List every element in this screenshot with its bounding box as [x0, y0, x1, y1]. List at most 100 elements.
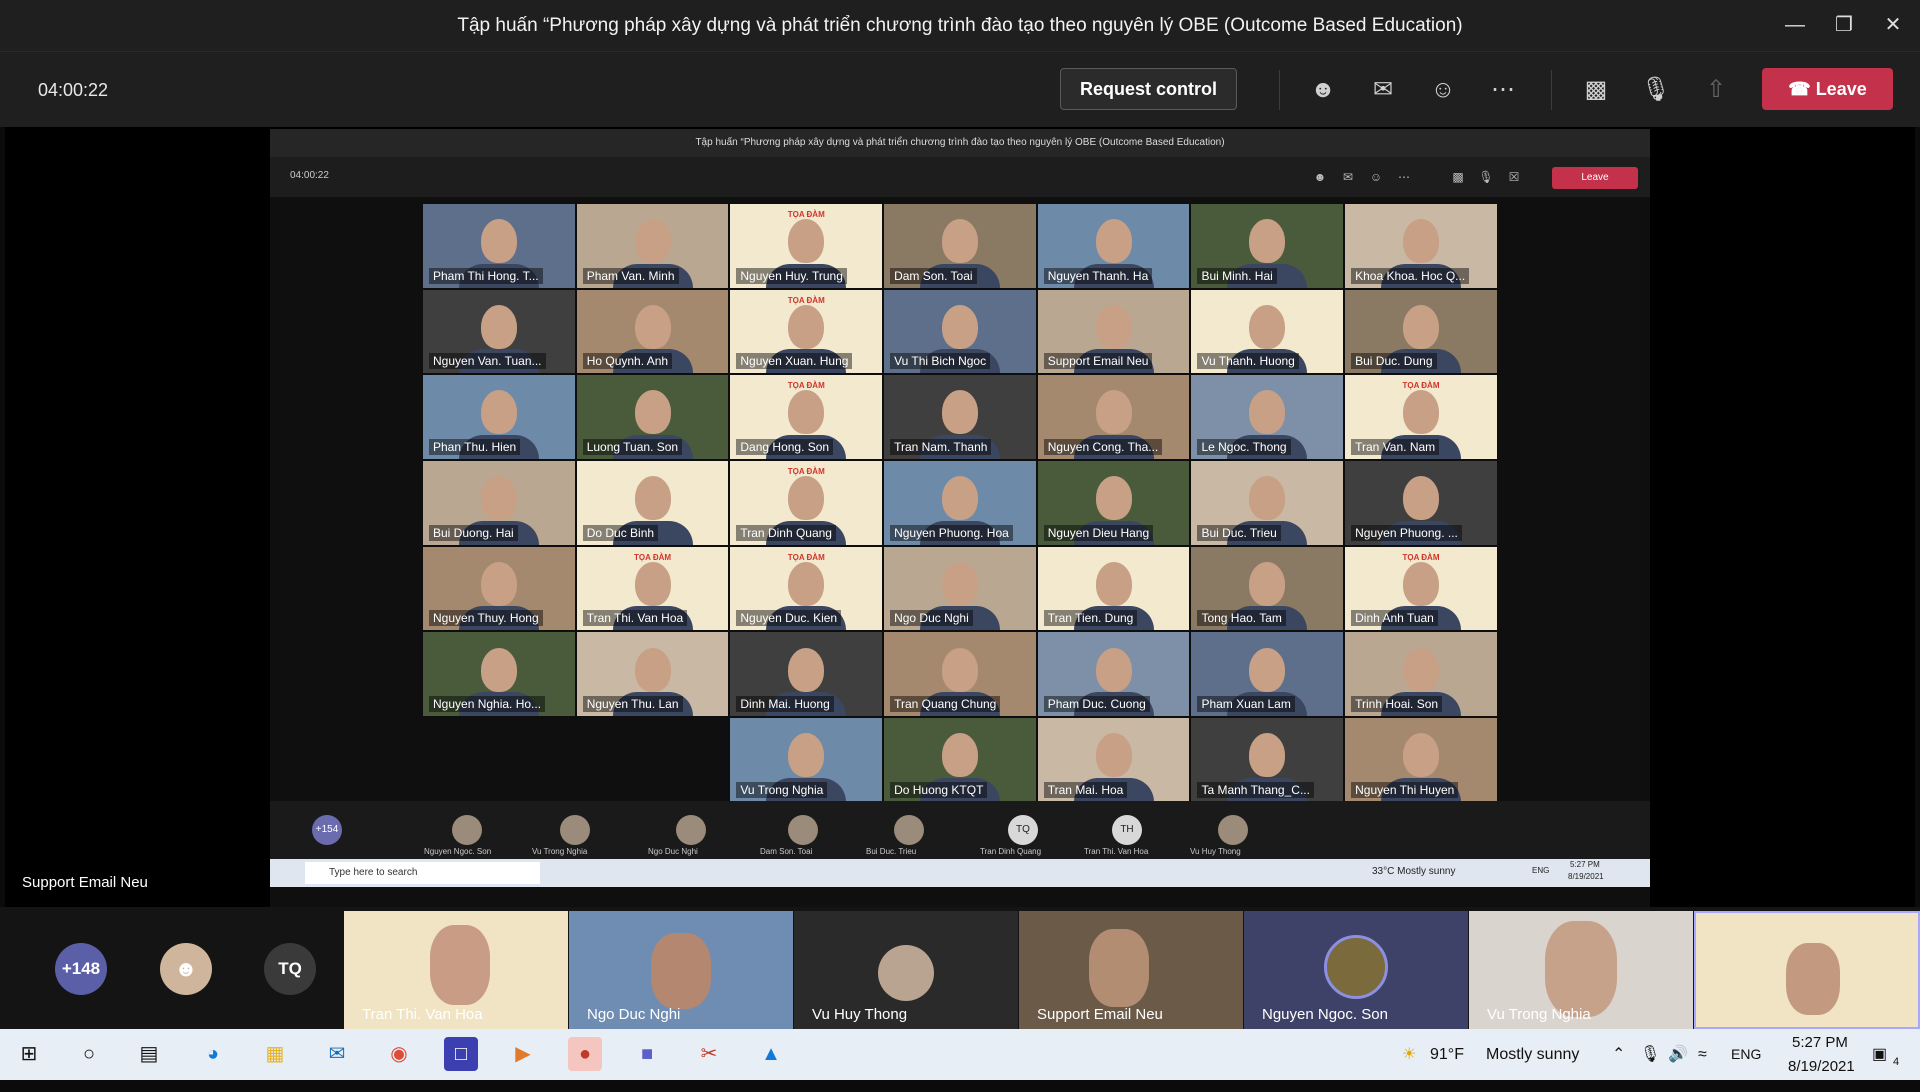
participant-face [634, 647, 671, 692]
participant-tile[interactable]: Nguyen Ngoc. Son [1244, 911, 1468, 1029]
participant-name: Support Email Neu [1043, 353, 1153, 370]
participant-face [1402, 733, 1439, 778]
snipping-icon[interactable]: ✂ [692, 1037, 726, 1071]
participant-tile[interactable]: Tran Thi. Van Hoa [344, 911, 568, 1029]
video-tile: Vu Trong Nghia [729, 717, 884, 803]
shared-time: 5:27 PM [1570, 860, 1600, 869]
participant-name: Nguyen Phuong. ... [1351, 524, 1462, 541]
participant-face [480, 476, 517, 521]
shared-date: 8/19/2021 [1568, 872, 1604, 881]
media-icon[interactable]: ▶ [506, 1037, 540, 1071]
participant-tile[interactable]: Support Email Neu [1019, 911, 1243, 1029]
participant-name: Nguyen Duc. Kien [736, 610, 842, 627]
leave-button[interactable]: ☎ Leave [1762, 68, 1893, 110]
teams-icon[interactable]: ■ [630, 1037, 664, 1071]
task-view-icon[interactable]: ▤ [132, 1037, 166, 1071]
video-tile: Nguyen Phuong. ... [1344, 460, 1498, 546]
video-tile: Bui Duc. Trieu [1190, 460, 1345, 546]
participant-face [1249, 733, 1286, 778]
participant-name: Nguyen Thuy. Hong [429, 610, 543, 627]
participant-face [941, 304, 978, 349]
minimize-icon[interactable]: — [1780, 10, 1810, 40]
shared-weather: 33°C Mostly sunny [1372, 866, 1456, 877]
zalo-icon[interactable]: ● [568, 1037, 602, 1071]
request-control-button[interactable]: Request control [1060, 68, 1237, 110]
video-tile: Dam Son. Toai [883, 203, 1037, 289]
more-options-icon[interactable]: ⋯ [1483, 70, 1523, 110]
participant-name: Nguyen Xuan. Hung [736, 353, 853, 370]
participant-name: Phan Thu. Hien [429, 439, 521, 456]
tray-chevron-icon[interactable]: ⌃ [1612, 1029, 1625, 1080]
participant-face [1249, 476, 1286, 521]
window-title: Tập huấn “Phương pháp xây dựng và phát t… [457, 15, 1463, 36]
participant-tile[interactable]: Vu Trong Nghia [1469, 911, 1693, 1029]
avatar [1218, 815, 1248, 845]
banner-text: TỌA ĐÀM [787, 210, 825, 219]
video-tile: Nguyen Dieu Hang [1036, 460, 1191, 546]
participant-face [1249, 219, 1286, 264]
shared-camera-icon: ▩ [1452, 170, 1464, 184]
mic-icon[interactable]: 🎙 [1640, 1029, 1660, 1080]
shared-windows-taskbar: Type here to search 33°C Mostly sunny EN… [270, 859, 1650, 887]
video-tile: Nguyen Thuy. Hong [422, 545, 576, 632]
edge-icon[interactable]: ◕ [196, 1037, 230, 1071]
chat-icon[interactable]: ✉ [1363, 70, 1403, 110]
notifications-count: 4 [1893, 1056, 1900, 1068]
participant-name: Le Ngoc. Thong [1197, 439, 1291, 456]
participant-tile[interactable]: Vu Huy Thong [794, 911, 1018, 1029]
participant-tile-active[interactable] [1694, 911, 1920, 1029]
participant-name: Dinh Mai. Huong [736, 696, 834, 713]
share-tray-icon[interactable]: ⇧ [1696, 70, 1736, 110]
chrome-icon[interactable]: ◉ [382, 1037, 416, 1071]
camera-icon[interactable]: ▩ [1576, 70, 1616, 110]
participant-strip: +148 ☻ TQ Tran Thi. Van Hoa Ngo Duc Nghi… [0, 907, 1920, 1029]
search-icon[interactable]: ○ [72, 1037, 106, 1071]
app-icon[interactable]: □ [444, 1037, 478, 1071]
participant-face [788, 219, 825, 264]
strip-participant-label: Nguyen Ngoc. Son [424, 847, 492, 856]
video-tile: Tran Tien. Dung [1036, 545, 1191, 632]
wifi-icon[interactable]: ≈ [1698, 1029, 1707, 1080]
restore-icon[interactable]: ❐ [1829, 10, 1859, 40]
avatar [560, 815, 590, 845]
weather-icon[interactable]: ☀ [1402, 1029, 1416, 1080]
banner-text: TỌA ĐÀM [787, 381, 825, 391]
avatar-initials[interactable]: TQ [264, 943, 316, 995]
participant-name: Tran Thi. Van Hoa [582, 610, 688, 627]
overflow-count-badge[interactable]: +148 [55, 943, 107, 995]
volume-icon[interactable]: 🔊 [1668, 1029, 1688, 1080]
video-tile: Khoa Khoa. Hoc Q... [1344, 203, 1498, 289]
shared-meeting-toolbar: 04:00:22 ☻ ✉ ☺ ⋯ ▩ 🎙 ☒ Leave [270, 157, 1650, 197]
file-explorer-icon[interactable]: ▦ [258, 1037, 292, 1071]
video-tile: Tran Mai. Hoa [1036, 717, 1191, 803]
avatar[interactable]: ☻ [160, 943, 212, 995]
participant-face [1402, 219, 1439, 264]
reactions-icon[interactable]: ☺ [1423, 70, 1463, 110]
participant-face [788, 476, 825, 521]
weather-text[interactable]: Mostly sunny [1486, 1029, 1579, 1080]
strip-participant-label: Vu Trong Nghia [532, 847, 588, 856]
video-tile: TỌA ĐÀM Tran Van. Nam [1344, 374, 1498, 461]
photos-icon[interactable]: ▲ [754, 1037, 788, 1071]
mail-icon[interactable]: ✉ [320, 1037, 354, 1071]
participant-tile[interactable]: Ngo Duc Nghi [569, 911, 793, 1029]
mic-muted-icon[interactable]: 🎙 [1636, 70, 1676, 110]
participant-face [1095, 390, 1132, 435]
participant-name: Dinh Anh Tuan [1351, 610, 1438, 627]
participant-name: Nguyen Van. Tuan... [429, 353, 546, 370]
participant-name: Trinh Hoai. Son [1351, 696, 1443, 713]
strip-participant-label: Bui Duc. Trieu [866, 847, 917, 856]
language-indicator[interactable]: ENG [1731, 1029, 1761, 1080]
clock-date[interactable]: 8/19/2021 [1788, 1041, 1855, 1092]
participant-name: Vu Trong Nghia [736, 781, 828, 798]
video-tile: Trinh Hoai. Son [1344, 631, 1498, 718]
banner-text: TỌA ĐÀM [1402, 552, 1440, 562]
people-icon[interactable]: ☻ [1303, 70, 1343, 110]
close-icon[interactable]: ✕ [1878, 10, 1908, 40]
notifications-icon[interactable]: ▣ [1872, 1029, 1887, 1080]
windows-start-icon[interactable]: ⊞ [12, 1037, 46, 1071]
video-tile: TỌA ĐÀM Dang Hong. Son [729, 374, 884, 461]
banner-text: TỌA ĐÀM [787, 295, 825, 305]
participant-face [788, 561, 825, 606]
weather-temp[interactable]: 91°F [1430, 1029, 1464, 1080]
